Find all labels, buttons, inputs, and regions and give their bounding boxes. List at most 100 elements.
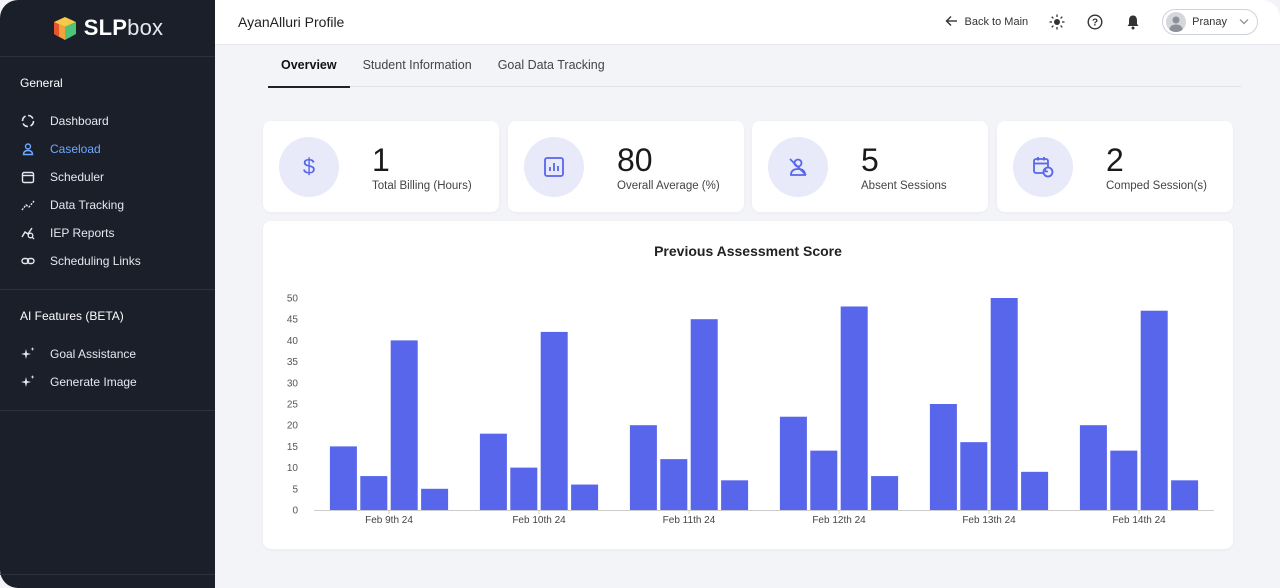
chart-bar <box>629 425 657 510</box>
chart-bar <box>929 404 957 510</box>
sidebar-divider <box>0 410 215 411</box>
stat-card-absent-sessions: 5 Absent Sessions <box>752 121 988 212</box>
sidebar-item-caseload[interactable]: Caseload <box>0 135 215 163</box>
sun-icon[interactable] <box>1048 13 1066 31</box>
x-tick-label: Feb 10th 24 <box>512 515 566 526</box>
brand-name: SLPbox <box>83 15 164 40</box>
sidebar-item-iep-reports[interactable]: IEP Reports <box>0 219 215 247</box>
calendar-refresh-icon <box>1013 136 1073 197</box>
chart-bar <box>990 298 1018 510</box>
sidebar-item-scheduler[interactable]: Scheduler <box>0 163 215 191</box>
chart-bar <box>1110 450 1138 510</box>
section-title-ai-features: AI Features (BETA) <box>20 309 124 323</box>
user-off-icon <box>768 136 828 197</box>
stat-card-comped-sessions: 2 Comped Session(s) <box>997 121 1233 212</box>
sidebar-item-scheduling-links[interactable]: Scheduling Links <box>0 247 215 275</box>
sidebar-item-label: Scheduler <box>50 170 105 184</box>
chart-bar <box>360 476 388 510</box>
user-name: Pranay <box>1192 16 1227 28</box>
sidebar-item-goal-assistance[interactable]: Goal Assistance <box>0 340 215 368</box>
chart-bar <box>421 488 449 510</box>
y-tick-label: 0 <box>292 506 298 517</box>
y-tick-label: 10 <box>287 463 299 474</box>
top-bar: AyanAlluri Profile Back to Main ? Pranay <box>215 0 1280 45</box>
bar-chart-icon <box>524 136 584 197</box>
sidebar-ai-nav: Goal Assistance Generate Image <box>0 340 215 396</box>
logo-cube-icon <box>52 15 78 41</box>
y-tick-label: 35 <box>287 357 299 368</box>
sidebar-footer-divider <box>0 574 215 575</box>
svg-text:?: ? <box>1092 18 1098 29</box>
stat-value: 1 <box>372 141 390 178</box>
stat-label: Overall Average (%) <box>617 179 720 192</box>
link-icon <box>20 253 36 269</box>
tab-overview[interactable]: Overview <box>268 45 350 88</box>
trend-icon <box>20 197 36 213</box>
chevron-down-icon <box>1239 16 1249 28</box>
chart-bar <box>571 484 599 510</box>
y-tick-label: 30 <box>287 378 299 389</box>
x-tick-label: Feb 13th 24 <box>962 515 1016 526</box>
sidebar: SLPbox General Dashboard Caseload Schedu… <box>0 0 215 588</box>
section-title-general: General <box>20 76 63 90</box>
sidebar-item-data-tracking[interactable]: Data Tracking <box>0 191 215 219</box>
y-tick-label: 20 <box>287 421 299 432</box>
x-tick-label: Feb 9th 24 <box>365 515 413 526</box>
chart-bar <box>510 467 538 510</box>
brand-logo[interactable]: SLPbox <box>0 0 215 57</box>
chart-bar <box>540 331 568 510</box>
back-to-main-label: Back to Main <box>964 16 1029 28</box>
sparkle-icon <box>20 374 36 390</box>
chart-bar <box>690 319 718 510</box>
chart-bar <box>960 442 988 510</box>
tab-student-information[interactable]: Student Information <box>350 45 485 87</box>
stat-label: Total Billing (Hours) <box>372 179 472 192</box>
bell-icon[interactable] <box>1124 13 1142 31</box>
chart-bar <box>1171 480 1199 510</box>
back-to-main-button[interactable]: Back to Main <box>945 15 1029 30</box>
sidebar-item-label: Goal Assistance <box>50 347 137 361</box>
stat-value: 5 <box>861 141 879 178</box>
user-icon <box>20 141 36 157</box>
stat-card-total-billing: $ 1 Total Billing (Hours) <box>263 121 499 212</box>
stat-value: 80 <box>617 141 653 178</box>
sidebar-item-label: Dashboard <box>50 114 109 128</box>
stat-label: Absent Sessions <box>861 179 947 192</box>
assessment-bar-chart: 0 5 10 15 20 25 30 35 40 45 50 Feb 9th 24 Feb 10th 2… <box>287 294 1214 526</box>
sidebar-item-dashboard[interactable]: Dashboard <box>0 107 215 135</box>
y-tick-label: 40 <box>287 336 299 347</box>
report-search-icon <box>20 225 36 241</box>
chart-bar <box>871 476 899 510</box>
chart-bar <box>479 433 507 510</box>
y-tick-label: 45 <box>287 315 299 326</box>
assessment-chart-card: Previous Assessment Score 0 5 10 15 20 25 30 35… <box>263 221 1233 549</box>
x-tick-label: Feb 11th 24 <box>663 515 716 526</box>
chart-bar <box>840 306 868 510</box>
top-bar-actions: Back to Main ? Pranay <box>945 9 1258 35</box>
sidebar-item-generate-image[interactable]: Generate Image <box>0 368 215 396</box>
tab-goal-data-tracking[interactable]: Goal Data Tracking <box>485 45 618 87</box>
sidebar-item-label: Generate Image <box>50 375 137 389</box>
x-tick-label: Feb 14th 24 <box>1112 515 1166 526</box>
dashboard-icon <box>20 113 36 129</box>
chart-bar <box>810 450 838 510</box>
sidebar-item-label: Caseload <box>50 142 101 156</box>
avatar <box>1166 12 1187 32</box>
y-tick-label: 25 <box>287 400 299 411</box>
y-tick-label: 15 <box>287 442 299 453</box>
y-tick-label: 50 <box>287 294 299 305</box>
help-icon[interactable]: ? <box>1086 13 1104 31</box>
sidebar-item-label: IEP Reports <box>50 226 115 240</box>
svg-text:$: $ <box>303 155 315 179</box>
chart-bar <box>779 416 807 510</box>
x-tick-label: Feb 12th 24 <box>812 515 866 526</box>
sidebar-item-label: Data Tracking <box>50 198 125 212</box>
chart-bar <box>721 480 749 510</box>
y-tick-label: 5 <box>292 484 298 495</box>
user-menu[interactable]: Pranay <box>1162 9 1258 35</box>
chart-bar <box>1079 425 1107 510</box>
chart-bar <box>660 459 688 510</box>
calendar-icon <box>20 169 36 185</box>
stat-card-overall-average: 80 Overall Average (%) <box>508 121 744 212</box>
chart-bar <box>1140 310 1168 510</box>
